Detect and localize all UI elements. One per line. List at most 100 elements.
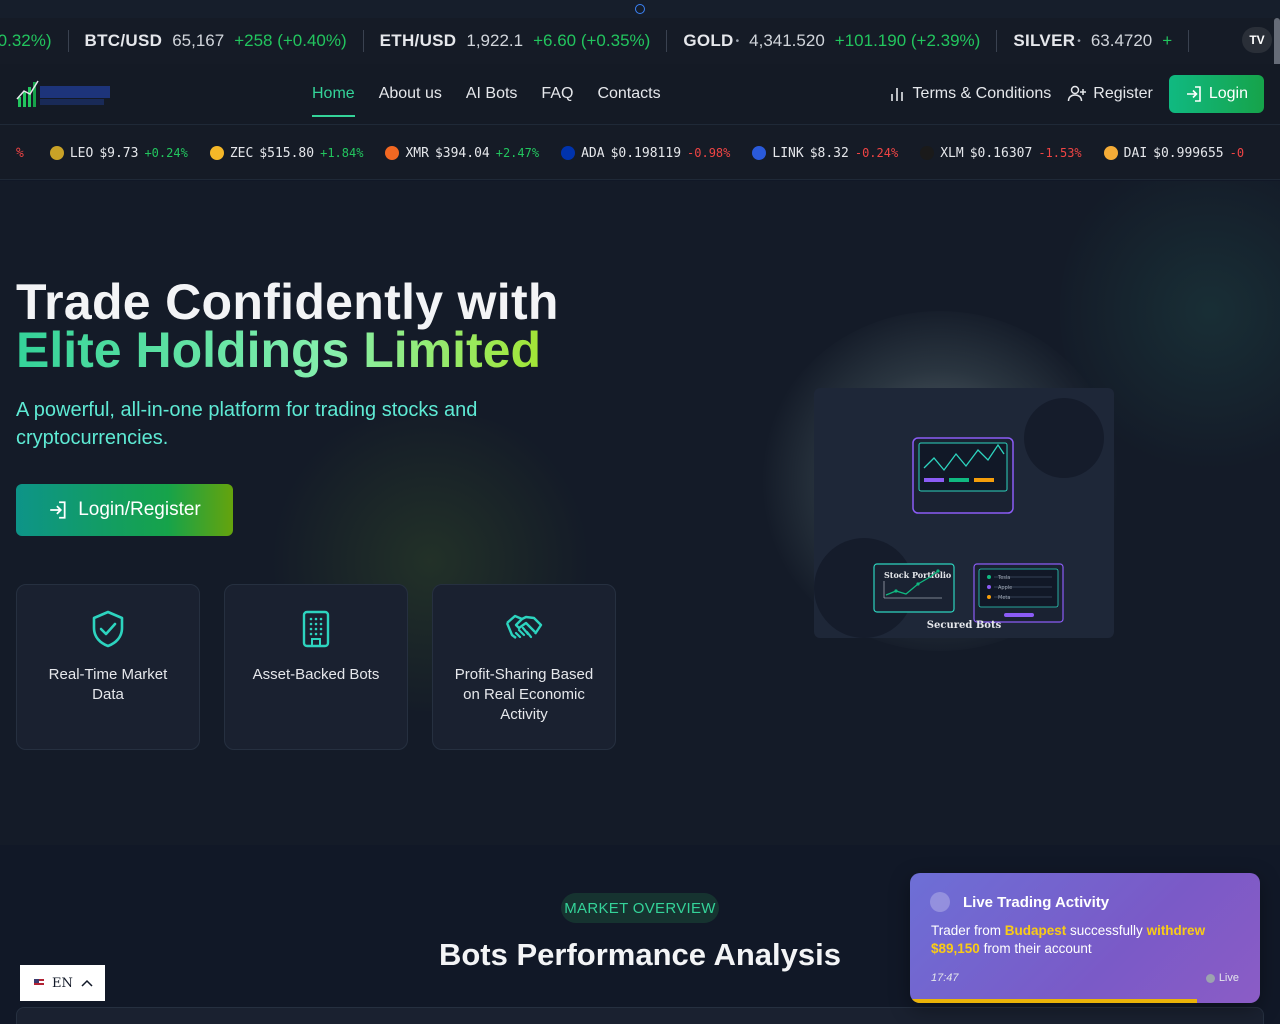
link-coin-icon bbox=[752, 146, 767, 160]
coin-change: -1.53% bbox=[1038, 146, 1082, 160]
coin-ticker-lead: % bbox=[16, 145, 24, 161]
coin-symbol: XMR bbox=[405, 145, 429, 161]
nav-link-home[interactable]: Home bbox=[312, 79, 355, 117]
toast-text: Trader from bbox=[931, 923, 1005, 938]
coin-ticker-item[interactable]: ZEC $515.80 +1.84% bbox=[209, 145, 363, 161]
nav-link-about-us[interactable]: About us bbox=[379, 79, 442, 109]
ticker-price: 63.4720 bbox=[1090, 31, 1153, 50]
toast-text: from their account bbox=[979, 941, 1092, 956]
coin-change: +0.24% bbox=[144, 146, 188, 160]
live-label: Live bbox=[1218, 972, 1239, 984]
coin-ticker-item[interactable]: DAI $0.999655 -0 bbox=[1103, 145, 1244, 161]
ticker-change: +6.60 (+0.35%) bbox=[533, 31, 651, 50]
register-label: Register bbox=[1093, 85, 1153, 102]
coin-symbol: LEO bbox=[69, 145, 94, 161]
activity-icon bbox=[930, 892, 950, 912]
logo[interactable] bbox=[16, 77, 112, 111]
handshake-icon bbox=[505, 614, 543, 639]
toast-progress-bar bbox=[910, 999, 1197, 1003]
section-pill: MARKET OVERVIEW bbox=[561, 893, 719, 923]
coin-symbol: DAI bbox=[1123, 145, 1148, 161]
coin-price: $0.198119 bbox=[610, 145, 682, 161]
hero-section: Trade Confidently with Elite Holdings Li… bbox=[0, 181, 1280, 845]
ticker-symbol: ETH/USD bbox=[379, 31, 457, 50]
coin-ticker-item[interactable]: XMR $394.04 +2.47% bbox=[385, 146, 539, 161]
performance-card bbox=[16, 1007, 1264, 1024]
navbar: Home About us AI Bots FAQ Contacts Terms & C… bbox=[0, 64, 1280, 124]
login-register-label: Login/Register bbox=[78, 499, 201, 520]
nav-link-faq[interactable]: FAQ bbox=[541, 79, 573, 109]
chevron-up-icon bbox=[81, 979, 93, 987]
terms-label: Terms & Conditions bbox=[912, 85, 1052, 102]
ticker-price: 4,341.520 bbox=[749, 31, 825, 50]
feature-card: Real-Time Market Data bbox=[16, 584, 200, 750]
hero-illustration: Stock Portfolio Tesla Apple Meta Secured… bbox=[814, 388, 1114, 638]
ada-coin-icon bbox=[561, 146, 576, 160]
live-trading-toast[interactable]: Live Trading Activity Trader from Budape… bbox=[910, 873, 1260, 1003]
ticker-lead-change: -0.32%) bbox=[0, 30, 69, 52]
toast-action: withdrew bbox=[1146, 923, 1206, 938]
coin-ticker-item[interactable]: LINK $8.32 -0.24% bbox=[752, 146, 898, 161]
ticker-item[interactable]: SILVER • 63.4720 + bbox=[997, 30, 1190, 52]
coin-change: -0.98% bbox=[687, 146, 731, 160]
ticker-change: +101.190 (+2.39%) bbox=[834, 31, 981, 50]
coin-price: $0.16307 bbox=[969, 145, 1033, 161]
dai-coin-icon bbox=[1103, 146, 1118, 160]
login-register-button[interactable]: Login/Register bbox=[16, 484, 233, 536]
coin-ticker-item[interactable]: ADA $0.198119 -0.98% bbox=[561, 146, 730, 161]
register-link[interactable]: Register bbox=[1067, 85, 1153, 103]
login-label: Login bbox=[1208, 85, 1248, 102]
coin-ticker-item[interactable]: XLM $0.16307 -1.53% bbox=[920, 145, 1082, 161]
nav-link-ai-bots[interactable]: AI Bots bbox=[466, 79, 518, 109]
coin-ticker-item[interactable]: LEO $9.73 +0.24% bbox=[49, 145, 188, 161]
ticker-symbol: GOLD bbox=[683, 31, 734, 50]
main-nav: Home About us AI Bots FAQ Contacts bbox=[312, 64, 661, 124]
hero-title-brand: Elite Holdings Limited bbox=[16, 322, 542, 378]
ticker-dot: • bbox=[735, 35, 740, 47]
ticker-price: 65,167 bbox=[172, 31, 225, 50]
shield-check-icon bbox=[92, 610, 124, 648]
toast-live-status: Live bbox=[1205, 972, 1239, 984]
toast-message: Trader from Budapest successfully withdr… bbox=[931, 922, 1241, 958]
feature-cards: Real-Time Market Data Asset-Backed Bots bbox=[16, 584, 616, 750]
ticker-symbol: SILVER bbox=[1013, 31, 1076, 50]
ticker-change: +258 (+0.40%) bbox=[234, 31, 347, 50]
coin-price: $515.80 bbox=[259, 145, 315, 161]
nav-right: Terms & Conditions Register Login bbox=[889, 73, 1264, 115]
coin-symbol: LINK bbox=[772, 145, 804, 161]
coin-price: $8.32 bbox=[809, 145, 849, 161]
nav-link-contacts[interactable]: Contacts bbox=[597, 79, 660, 109]
zec-coin-icon bbox=[209, 146, 224, 160]
toast-city: Budapest bbox=[1004, 923, 1067, 938]
ticker-item[interactable]: GOLD • 4,341.520 +101.190 (+2.39%) bbox=[667, 30, 998, 52]
toast-amount: $89,150 bbox=[931, 941, 980, 956]
terms-link[interactable]: Terms & Conditions bbox=[889, 85, 1052, 103]
coin-ticker: % LEO $9.73 +0.24% ZEC $515.80 +1.84% XMR $394.… bbox=[0, 124, 1280, 180]
coin-change: -0.24% bbox=[854, 146, 899, 160]
live-dot-icon bbox=[1205, 973, 1215, 983]
leo-coin-icon bbox=[49, 146, 64, 160]
coin-price: $0.999655 bbox=[1153, 145, 1224, 161]
ticker-row: -0.32%) BTC/USD 65,167 +258 (+0.40%) ETH/US… bbox=[0, 18, 1190, 64]
chart-bars-icon bbox=[890, 88, 903, 101]
hero-subtitle: A powerful, all-in-one platform for trad… bbox=[16, 399, 478, 449]
ticker-item[interactable]: BTC/USD 65,167 +258 (+0.40%) bbox=[69, 30, 364, 52]
user-plus-icon bbox=[1068, 85, 1087, 102]
login-button[interactable]: Login bbox=[1168, 75, 1264, 113]
toast-time: 17:47 bbox=[931, 972, 959, 984]
coin-price: $9.73 bbox=[99, 145, 139, 161]
illustration-caption: Secured Bots bbox=[927, 620, 1002, 631]
ticker-price: 1,922.1 bbox=[466, 31, 524, 50]
tradingview-badge[interactable]: TV bbox=[1242, 27, 1272, 53]
login-icon bbox=[1186, 86, 1201, 102]
language-selector[interactable]: EN bbox=[20, 965, 105, 1001]
feature-label: Asset-Backed Bots bbox=[252, 666, 380, 683]
login-icon bbox=[50, 501, 66, 519]
coin-symbol: ZEC bbox=[229, 145, 254, 161]
coin-symbol: ADA bbox=[581, 145, 605, 161]
ticker-item[interactable]: ETH/USD 1,922.1 +6.60 (+0.35%) bbox=[364, 30, 668, 52]
feature-label: Profit-Sharing Based on Real Economic Ac… bbox=[454, 666, 594, 723]
loading-indicator bbox=[635, 4, 645, 14]
coin-symbol: XLM bbox=[940, 145, 964, 161]
feature-label: Real-Time Market Data bbox=[48, 666, 168, 703]
